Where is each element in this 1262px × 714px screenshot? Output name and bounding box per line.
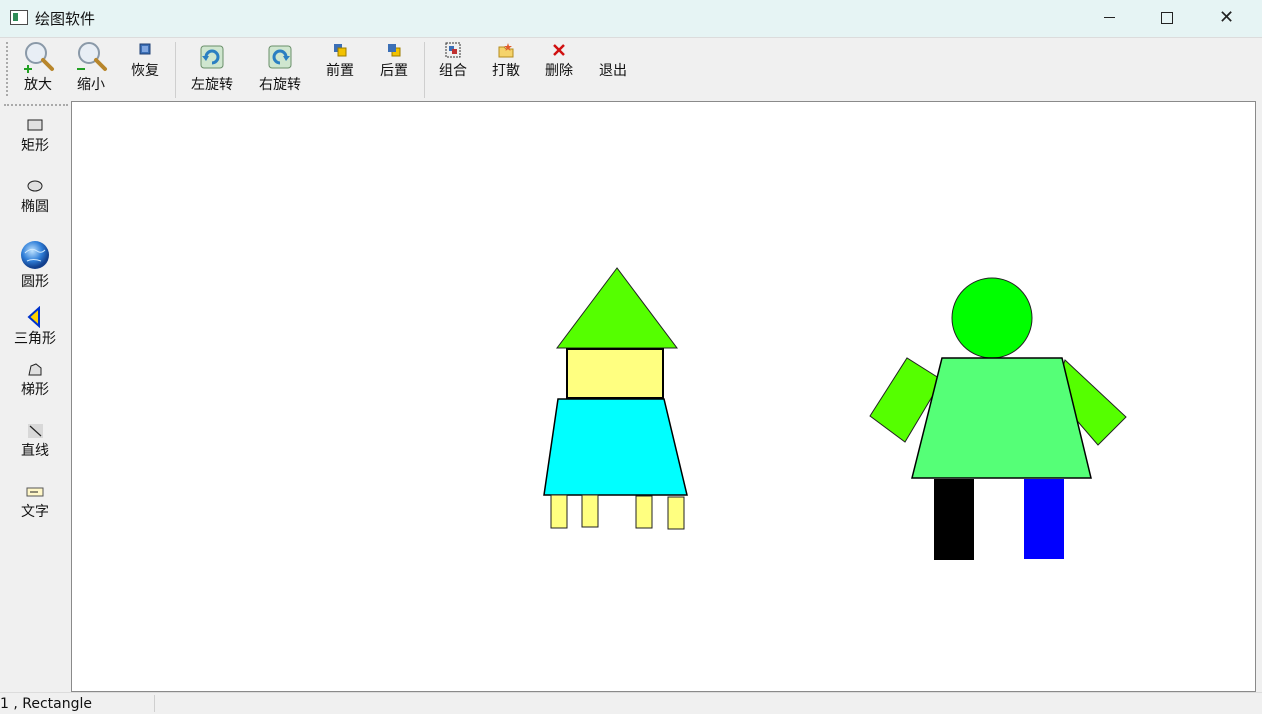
ellipse-tool-label: 椭圆: [21, 199, 49, 215]
shape-sidebar: 矩形 椭圆 圆形 三角形 梯形 直线 文字: [0, 101, 70, 691]
sidebar-grip[interactable]: [4, 104, 68, 108]
group-button[interactable]: 组合: [434, 40, 472, 80]
maximize-button[interactable]: [1138, 0, 1196, 37]
text-tool-label: 文字: [21, 504, 49, 520]
rect-tool-label: 矩形: [21, 138, 49, 154]
delete-icon: [553, 44, 565, 56]
trapezoid-tool[interactable]: 梯形: [0, 361, 70, 399]
drawing-canvas[interactable]: [71, 101, 1256, 692]
rotate-right-icon: [268, 45, 292, 69]
body-trapezoid[interactable]: [911, 357, 1092, 479]
exit-button[interactable]: 退出: [593, 60, 633, 80]
close-button[interactable]: ✕: [1197, 0, 1255, 37]
rotate-right-label: 右旋转: [259, 77, 301, 93]
status-divider: [154, 695, 155, 712]
trapezoid-tool-label: 梯形: [21, 382, 49, 398]
toolbar-grip[interactable]: [6, 42, 11, 96]
zoom-out-button[interactable]: 缩小: [71, 40, 111, 94]
minimize-icon: [1104, 17, 1115, 18]
close-icon: ✕: [1219, 7, 1235, 28]
group-label: 组合: [439, 63, 467, 79]
send-back-label: 后置: [380, 63, 408, 79]
triangle-tool[interactable]: 三角形: [0, 306, 70, 348]
trapezoid-shape[interactable]: [543, 398, 688, 496]
zoom-in-icon: [24, 42, 54, 73]
leg-rectangle[interactable]: [667, 496, 685, 530]
send-back-icon: [388, 44, 401, 57]
zoom-in-button[interactable]: 放大: [18, 40, 58, 94]
leg-rectangle[interactable]: [581, 494, 599, 528]
line-tool-label: 直线: [21, 443, 49, 459]
ellipse-icon: [27, 180, 43, 192]
window-title: 绘图软件: [35, 10, 96, 28]
text-tool[interactable]: 文字: [0, 483, 70, 521]
zoom-in-label: 放大: [24, 77, 52, 93]
send-back-button[interactable]: 后置: [375, 40, 413, 80]
toolbar-separator: [175, 42, 176, 98]
bring-front-label: 前置: [326, 63, 354, 79]
zoom-out-icon: [77, 42, 107, 71]
restore-label: 恢复: [131, 63, 159, 79]
text-icon: [26, 487, 44, 497]
line-tool[interactable]: 直线: [0, 422, 70, 460]
circle-tool[interactable]: 圆形: [0, 239, 70, 291]
ungroup-button[interactable]: 打散: [487, 40, 525, 80]
delete-button[interactable]: 删除: [540, 40, 578, 80]
head-circle[interactable]: [951, 277, 1033, 359]
title-bar: 绘图软件 ✕: [0, 0, 1262, 38]
right-leg-rectangle[interactable]: [1024, 479, 1064, 559]
rectangle-shape[interactable]: [566, 348, 664, 399]
minimize-button[interactable]: [1080, 0, 1138, 37]
restore-button[interactable]: 恢复: [125, 40, 165, 80]
circle-tool-label: 圆形: [21, 274, 49, 290]
rotate-left-button[interactable]: 左旋转: [186, 40, 238, 94]
rotate-left-icon: [200, 45, 224, 69]
group-icon: [445, 42, 461, 58]
leg-rectangle[interactable]: [550, 494, 568, 529]
delete-label: 删除: [545, 63, 573, 79]
rotate-left-label: 左旋转: [191, 77, 233, 93]
status-text: 1 , Rectangle: [0, 696, 92, 712]
leg-rectangle[interactable]: [635, 495, 653, 529]
rotate-right-button[interactable]: 右旋转: [254, 40, 306, 94]
ungroup-icon: [498, 43, 514, 58]
triangle-icon: [27, 306, 40, 328]
app-icon: [10, 10, 28, 25]
canvas-drawing: [543, 267, 1127, 560]
toolbar-separator: [424, 42, 425, 98]
rect-tool[interactable]: 矩形: [0, 117, 70, 155]
triangle-tool-label: 三角形: [14, 331, 56, 347]
globe-icon: [21, 241, 49, 269]
status-bar: 1 , Rectangle: [0, 692, 1262, 714]
line-icon: [28, 424, 43, 438]
ungroup-label: 打散: [492, 63, 520, 79]
bring-front-icon: [334, 44, 347, 57]
zoom-out-label: 缩小: [77, 77, 105, 93]
toolbar: 放大 缩小 恢复 左旋转 右旋转 前置 后置 组合 打散 删除 退出: [0, 38, 1262, 100]
restore-icon: [139, 43, 151, 55]
ellipse-tool[interactable]: 椭圆: [0, 178, 70, 216]
triangle-shape[interactable]: [556, 267, 678, 349]
exit-label: 退出: [599, 63, 627, 79]
bring-front-button[interactable]: 前置: [321, 40, 359, 80]
maximize-icon: [1161, 12, 1173, 24]
left-leg-rectangle[interactable]: [934, 479, 974, 560]
trapezoid-icon: [28, 363, 42, 376]
rectangle-icon: [27, 119, 43, 131]
